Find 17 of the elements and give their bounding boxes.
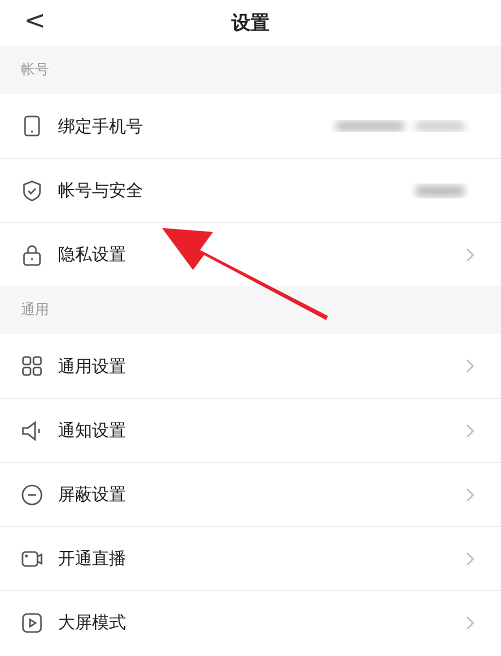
row-label: 绑定手机号	[58, 116, 144, 138]
row-label: 大屏模式	[58, 612, 127, 634]
section-title: 帐号	[21, 61, 49, 79]
row-label: 通知设置	[58, 420, 127, 442]
shield-check-icon	[20, 178, 44, 202]
minus-circle-icon	[20, 482, 44, 506]
row-label: 通用设置	[58, 356, 127, 378]
play-icon	[20, 610, 44, 634]
page-title: 设置	[232, 11, 270, 36]
section-title: 通用	[21, 301, 49, 319]
row-label: 屏蔽设置	[58, 484, 127, 506]
lock-icon	[20, 242, 44, 266]
row-label: 隐私设置	[58, 244, 127, 266]
back-button[interactable]: <	[18, 6, 52, 36]
grid-icon	[20, 354, 44, 378]
row-label: 开通直播	[58, 548, 127, 570]
row-label: 帐号与安全	[58, 180, 144, 202]
